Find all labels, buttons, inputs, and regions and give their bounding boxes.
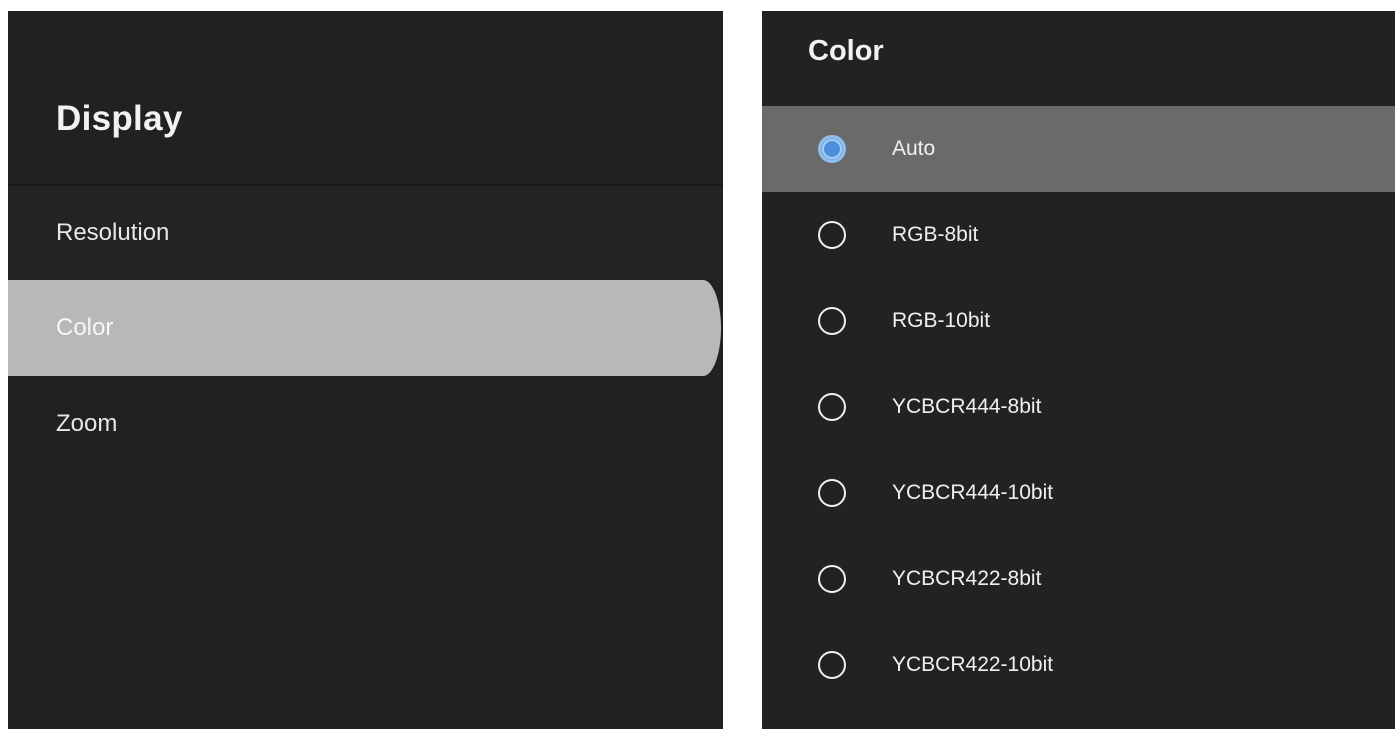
option-label: YCBCR422-10bit xyxy=(892,653,1054,676)
option-ycbcr422-8bit[interactable]: YCBCR422-8bit xyxy=(762,536,1395,622)
option-label: Auto xyxy=(892,137,936,160)
radio-unchecked-icon xyxy=(818,479,846,507)
radio-unchecked-icon xyxy=(818,393,846,421)
menu-item-label: Zoom xyxy=(56,410,118,437)
menu-item-color[interactable]: Color xyxy=(8,280,721,376)
radio-unchecked-icon xyxy=(818,221,846,249)
radio-unchecked-icon xyxy=(818,307,846,335)
menu-item-label: Resolution xyxy=(56,219,170,246)
option-rgb-8bit[interactable]: RGB-8bit xyxy=(762,192,1395,278)
menu-item-label: Color xyxy=(56,314,114,341)
radio-unchecked-icon xyxy=(818,651,846,679)
display-menu-panel: Display Resolution Color Zoom xyxy=(8,11,723,729)
display-menu-title: Display xyxy=(56,99,183,138)
color-options-list: Auto RGB-8bit RGB-10bit YCBCR444-8bit YC… xyxy=(762,106,1395,708)
menu-item-zoom[interactable]: Zoom xyxy=(8,376,723,472)
option-label: YCBCR422-8bit xyxy=(892,567,1042,590)
display-menu-list: Resolution Color Zoom xyxy=(8,184,723,472)
radio-checked-icon xyxy=(818,135,846,163)
option-label: RGB-10bit xyxy=(892,309,991,332)
option-label: YCBCR444-10bit xyxy=(892,481,1054,504)
option-auto[interactable]: Auto xyxy=(762,106,1395,192)
color-panel-title: Color xyxy=(808,35,884,67)
option-ycbcr422-10bit[interactable]: YCBCR422-10bit xyxy=(762,622,1395,708)
option-label: RGB-8bit xyxy=(892,223,979,246)
option-rgb-10bit[interactable]: RGB-10bit xyxy=(762,278,1395,364)
radio-unchecked-icon xyxy=(818,565,846,593)
option-ycbcr444-10bit[interactable]: YCBCR444-10bit xyxy=(762,450,1395,536)
option-ycbcr444-8bit[interactable]: YCBCR444-8bit xyxy=(762,364,1395,450)
color-options-panel: Color Auto RGB-8bit RGB-10bit YCBCR444-8… xyxy=(762,11,1395,729)
option-label: YCBCR444-8bit xyxy=(892,395,1042,418)
tv-settings-screen: Display Resolution Color Zoom Color Auto… xyxy=(0,0,1395,729)
menu-item-resolution[interactable]: Resolution xyxy=(8,184,723,280)
